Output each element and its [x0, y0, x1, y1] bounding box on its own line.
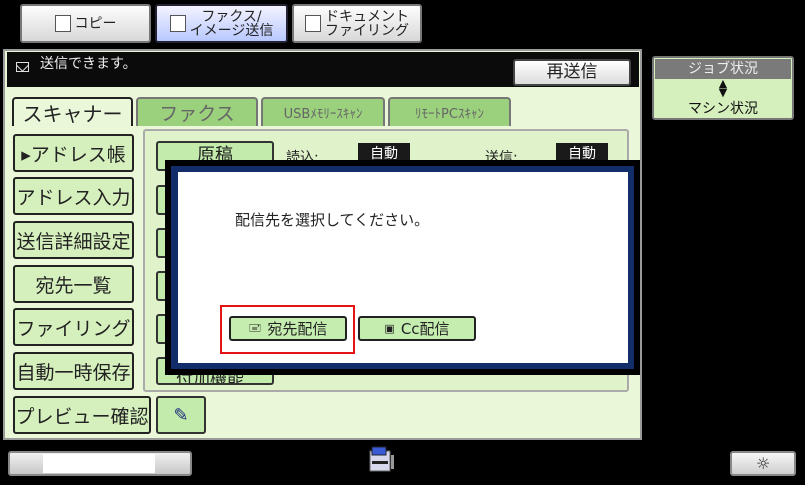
auto-temp-save-label: 自動一時保存: [16, 361, 131, 384]
job-status-label: ジョブ状況: [655, 59, 791, 79]
tab-scanner-label: スキャナー: [22, 102, 123, 126]
machine-status-label: マシン状況: [688, 101, 758, 117]
address-book-label: ▸アドレス帳: [21, 143, 126, 166]
fax-send-icon: [169, 15, 186, 32]
destination-list-button[interactable]: 宛先一覧: [13, 265, 134, 303]
edit-icon: ✎: [173, 404, 189, 426]
preview-check-button[interactable]: プレビュー確認: [13, 396, 151, 434]
selection-highlight: [220, 305, 355, 354]
mode-tab-filing-label-line2: ファイリング: [325, 22, 409, 39]
progress-fill: [43, 454, 155, 473]
filing-label: ファイリング: [16, 317, 131, 340]
filing-button[interactable]: ファイリング: [13, 308, 134, 346]
tab-fax-label: ファクス: [159, 103, 235, 125]
tab-remote-pc-scan[interactable]: ﾘﾓｰﾄPCｽｷｬﾝ: [388, 97, 511, 126]
mail-icon: [16, 62, 29, 72]
copy-icon: [54, 15, 71, 32]
auto-temp-save-button[interactable]: 自動一時保存: [13, 352, 134, 390]
address-entry-button[interactable]: アドレス入力: [13, 177, 134, 215]
dialog-message: 配信先を選択してください。: [235, 211, 430, 229]
preview-check-label: プレビュー確認: [15, 405, 149, 428]
tab-fax[interactable]: ファクス: [136, 97, 258, 126]
mode-tab-fax-label-line2: イメージ送信: [189, 22, 274, 39]
mode-tab-copy[interactable]: コピー: [20, 4, 151, 43]
mode-tab-filing-label-line1: ドキュメント: [325, 8, 409, 25]
brightness-button[interactable]: ☼: [730, 451, 796, 476]
address-entry-label: アドレス入力: [16, 186, 131, 209]
send-detail-settings-label: 送信詳細設定: [16, 230, 131, 253]
cc-delivery-icon: ▣: [384, 322, 395, 335]
mode-tab-fax-label-line1: ファクス/: [201, 8, 262, 25]
document-filing-icon: [305, 15, 321, 32]
cc-delivery-label: Cc配信: [400, 320, 450, 338]
printer-icon: [367, 445, 397, 475]
cc-delivery-button[interactable]: ▣ Cc配信: [358, 316, 476, 341]
status-message: 送信できます。: [40, 56, 137, 72]
mode-tab-copy-label: コピー: [74, 15, 117, 32]
edit-icon-button[interactable]: ✎: [156, 396, 206, 434]
destination-list-label: 宛先一覧: [35, 274, 112, 297]
toggle-arrows-icon: ▲ ▼: [718, 77, 728, 99]
mode-tab-document-filing[interactable]: ドキュメント ファイリング: [292, 4, 422, 43]
sun-icon: ☼: [756, 454, 771, 473]
mode-tab-fax-image-send[interactable]: ファクス/ イメージ送信: [155, 4, 288, 43]
tab-usb-memory-scan[interactable]: USBﾒﾓﾘｰｽｷｬﾝ: [261, 97, 385, 126]
address-book-button[interactable]: ▸アドレス帳: [13, 134, 134, 172]
send-detail-settings-button[interactable]: 送信詳細設定: [13, 221, 134, 259]
resend-button[interactable]: 再送信: [513, 59, 631, 86]
tab-remote-pc-label: ﾘﾓｰﾄPCｽｷｬﾝ: [415, 107, 484, 122]
tab-scanner[interactable]: スキャナー: [12, 97, 133, 126]
tab-usb-label: USBﾒﾓﾘｰｽｷｬﾝ: [283, 107, 363, 122]
